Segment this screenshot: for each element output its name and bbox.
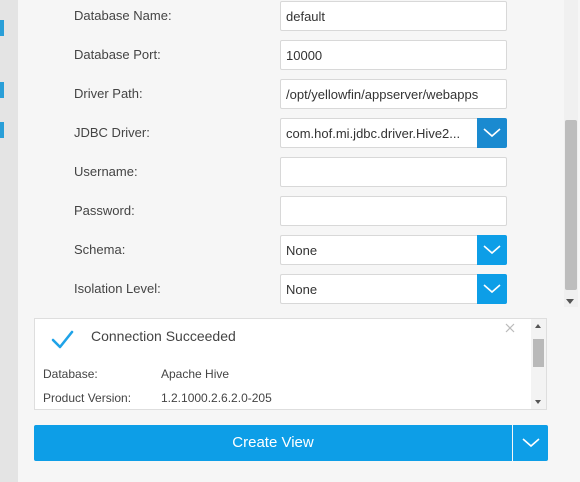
driver-path-label: Driver Path:: [74, 86, 143, 101]
isolation-level-row: Isolation Level: None: [18, 274, 560, 304]
chevron-down-icon: [483, 245, 501, 255]
username-label: Username:: [74, 164, 138, 179]
connection-scrollbar-thumb[interactable]: [533, 339, 544, 367]
chevron-down-icon: [521, 438, 540, 448]
form-scrollbar[interactable]: [564, 0, 578, 307]
form-scrollbar-thumb[interactable]: [565, 120, 577, 290]
close-icon[interactable]: [503, 321, 517, 335]
database-name-row: Database Name: default: [18, 1, 560, 31]
product-version-key: Product Version:: [43, 391, 132, 405]
connection-status-title: Connection Succeeded: [91, 328, 236, 344]
jdbc-driver-label: JDBC Driver:: [74, 125, 150, 140]
connection-result-box: Connection Succeeded Database: Apache Hi…: [34, 318, 547, 410]
database-key: Database:: [43, 367, 98, 381]
scroll-down-arrow-icon[interactable]: [566, 299, 574, 304]
checkmark-icon: [51, 330, 74, 349]
isolation-level-label: Isolation Level:: [74, 281, 161, 296]
background-accent-mark: [0, 20, 4, 36]
database-name-input[interactable]: default: [280, 1, 507, 31]
connection-result-content: Connection Succeeded Database: Apache Hi…: [35, 319, 531, 409]
jdbc-driver-row: JDBC Driver: com.hof.mi.jdbc.driver.Hive…: [18, 118, 560, 148]
password-row: Password:: [18, 196, 560, 226]
driver-path-row: Driver Path: /opt/yellowfin/appserver/we…: [18, 79, 560, 109]
database-port-input[interactable]: 10000: [280, 40, 507, 70]
isolation-level-dropdown-button[interactable]: [477, 274, 507, 304]
data-source-panel: Database Name: default Database Port: 10…: [18, 0, 580, 482]
username-row: Username:: [18, 157, 560, 187]
create-view-split-button: Create View: [34, 425, 548, 461]
product-version-value: 1.2.1000.2.6.2.0-205: [161, 391, 272, 405]
chevron-down-icon: [483, 284, 501, 294]
background-accent-mark: [0, 122, 4, 138]
connection-form: Database Name: default Database Port: 10…: [18, 0, 560, 305]
database-port-label: Database Port:: [74, 47, 161, 62]
background-window-edge: [0, 0, 18, 482]
chevron-down-icon: [483, 128, 501, 138]
password-input[interactable]: [280, 196, 507, 226]
jdbc-driver-dropdown-button[interactable]: [477, 118, 507, 148]
password-label: Password:: [74, 203, 135, 218]
database-port-row: Database Port: 10000: [18, 40, 560, 70]
schema-label: Schema:: [74, 242, 126, 257]
create-view-button[interactable]: Create View: [34, 425, 512, 461]
scroll-down-arrow-icon[interactable]: [535, 400, 541, 404]
scroll-up-arrow-icon[interactable]: [535, 324, 541, 328]
schema-row: Schema: None: [18, 235, 560, 265]
driver-path-input[interactable]: /opt/yellowfin/appserver/webapps: [280, 79, 507, 109]
connection-scrollbar[interactable]: [531, 319, 546, 409]
jdbc-driver-select[interactable]: com.hof.mi.jdbc.driver.Hive2...: [280, 118, 477, 148]
username-input[interactable]: [280, 157, 507, 187]
schema-dropdown-button[interactable]: [477, 235, 507, 265]
create-view-dropdown-button[interactable]: [513, 425, 548, 461]
background-accent-mark: [0, 82, 4, 98]
database-name-label: Database Name:: [74, 8, 172, 23]
schema-select[interactable]: None: [280, 235, 477, 265]
database-value: Apache Hive: [161, 367, 230, 381]
isolation-level-select[interactable]: None: [280, 274, 477, 304]
